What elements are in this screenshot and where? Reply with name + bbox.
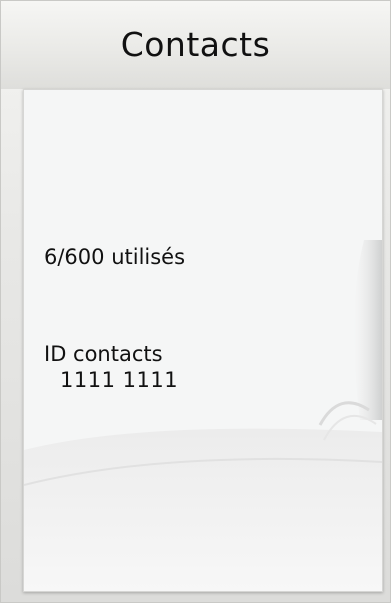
contacts-id-value: 1111 1111 [60,368,179,392]
contacts-info-panel: 6/600 utilisés ID contacts 1111 1111 [23,89,383,592]
contacts-id-label: ID contacts [44,342,163,366]
panel-background-decoration [24,90,382,591]
page-title: Contacts [120,25,271,64]
header-bar: Contacts [1,1,390,89]
contacts-usage-count: 6/600 utilisés [44,245,186,269]
contacts-screen: Contacts 6/600 utilisés ID contacts 1111… [0,0,391,603]
